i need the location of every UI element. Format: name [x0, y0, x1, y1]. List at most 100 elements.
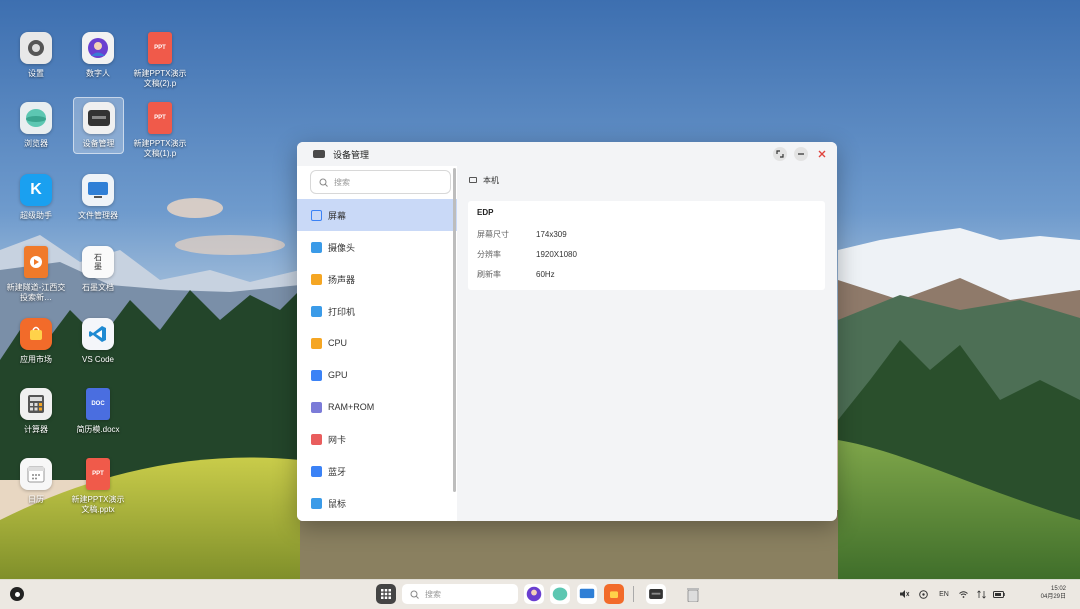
assistant-tray-button[interactable] [912, 589, 934, 599]
digital-human-icon [526, 586, 542, 602]
taskbar-app-device-manager[interactable] [646, 584, 666, 604]
desktop-icon-docx[interactable]: DOC 简历模.docx [68, 388, 128, 435]
start-menu-button[interactable] [10, 587, 24, 601]
calculator-icon [20, 388, 52, 420]
sidebar-item-label: 网卡 [328, 434, 347, 445]
sidebar-item-label: 屏幕 [328, 210, 347, 221]
browser-icon [552, 587, 568, 601]
battery-button[interactable] [990, 590, 1008, 598]
sidebar-item-camera[interactable]: 摄像头 [297, 231, 457, 263]
taskbar-trash[interactable] [684, 584, 702, 604]
volume-button[interactable] [898, 590, 912, 598]
device-manager-app-icon [313, 150, 325, 158]
desktop-icon-vscode[interactable]: VS Code [68, 318, 128, 365]
taskbar-app-digital-human[interactable] [524, 584, 544, 604]
sidebar-item-network-card[interactable]: 网卡 [297, 423, 457, 455]
desktop-icon-app-store[interactable]: 应用市场 [6, 318, 66, 365]
system-tray: EN [898, 579, 1008, 609]
desktop-icon-label: 新建隧道-江西交投索新… [6, 283, 66, 302]
input-method-button[interactable]: EN [934, 591, 954, 598]
sidebar-item-label: 蓝牙 [328, 466, 347, 477]
sidebar-item-bluetooth[interactable]: 蓝牙 [297, 455, 457, 487]
breadcrumb: 本机 [469, 174, 826, 186]
info-value: 174x309 [536, 229, 567, 239]
search-icon [410, 590, 419, 599]
info-key: 刷新率 [477, 269, 501, 279]
fullscreen-button[interactable] [773, 147, 787, 161]
search-placeholder: 搜索 [334, 177, 350, 187]
desktop-icon-browser[interactable]: 浏览器 [6, 102, 66, 149]
taskbar-app-browser[interactable] [550, 584, 570, 604]
video-file-icon [24, 246, 48, 278]
ppt-file-icon: PPT [148, 102, 172, 134]
sidebar-item-mouse[interactable]: 鼠标 [297, 487, 457, 519]
assistant-icon: K [20, 174, 52, 206]
desktop-icon-video[interactable]: 新建隧道-江西交投索新… [6, 246, 66, 303]
desktop-icon-file-manager[interactable]: 文件管理器 [68, 174, 128, 221]
desktop-icon-label: 数字人 [86, 69, 110, 78]
sidebar-scrollbar[interactable] [453, 168, 456, 492]
close-button[interactable] [815, 147, 829, 161]
desktop-icon-pptx[interactable]: PPT 新建PPTX演示文稿.pptx [68, 458, 128, 515]
desktop-icon-pptx-2[interactable]: PPT 新建PPTX演示文稿(2).p [130, 32, 190, 89]
app-store-icon [20, 318, 52, 350]
network-card-icon [311, 433, 322, 445]
window-titlebar[interactable]: 设备管理 [297, 142, 837, 166]
network-speed-button[interactable] [972, 589, 990, 599]
desktop-icon-label: 简历模.docx [76, 425, 120, 434]
info-value: 1920X1080 [536, 249, 577, 259]
launcher-button[interactable] [376, 584, 396, 604]
taskbar-search-placeholder: 搜索 [425, 589, 441, 599]
minimize-button[interactable] [794, 147, 808, 161]
desktop-icon-label: 设置 [28, 69, 44, 78]
wifi-button[interactable] [954, 590, 972, 598]
sidebar-item-label: 摄像头 [328, 242, 356, 253]
calendar-icon [20, 458, 52, 490]
screen-icon [311, 209, 322, 221]
desktop-icon-pptx-1[interactable]: PPT 新建PPTX演示文稿(1).p [130, 102, 190, 159]
desktop-icon-settings[interactable]: 设置 [6, 32, 66, 79]
desktop-icon-calendar[interactable]: 日历 [6, 458, 66, 505]
taskbar-app-file-manager[interactable] [577, 584, 597, 604]
mouse-icon [311, 497, 322, 509]
desktop-icon-device-manager[interactable]: 设备管理 [73, 97, 124, 154]
desktop-icon-assistant[interactable]: K 超级助手 [6, 174, 66, 221]
shimo-docs-icon: 石墨 [82, 246, 114, 278]
window-title: 设备管理 [333, 149, 370, 160]
ppt-file-icon: PPT [86, 458, 110, 490]
clock-date: 04月29日 [1040, 594, 1066, 600]
taskbar-divider [633, 586, 634, 602]
info-key: 分辨率 [477, 249, 501, 259]
taskbar-search-input[interactable]: 搜索 [402, 584, 518, 604]
sidebar-item-label: CPU [328, 338, 348, 348]
sidebar-item-gpu[interactable]: GPU [297, 359, 457, 391]
sidebar-item-cpu[interactable]: CPU [297, 327, 457, 359]
sidebar-item-printer[interactable]: 打印机 [297, 295, 457, 327]
info-row: 分辨率 1920X1080 [477, 244, 817, 264]
doc-file-icon: DOC [86, 388, 110, 420]
start-icon [14, 591, 20, 597]
desktop-icon-digital-human[interactable]: 数字人 [68, 32, 128, 79]
speaker-icon [311, 273, 322, 285]
desktop-icon-shimo[interactable]: 石墨 石墨文档 [68, 246, 128, 293]
printer-icon [311, 305, 322, 317]
sidebar-item-screen[interactable]: 屏幕 [297, 199, 457, 231]
ppt-file-icon: PPT [148, 32, 172, 64]
taskbar-clock[interactable]: 15:02 04月29日 [1041, 585, 1066, 601]
app-grid-icon [381, 589, 391, 599]
desktop-icon-label: 设备管理 [82, 139, 115, 148]
desktop-icon-label: 新建PPTX演示文稿(2).p [133, 69, 187, 88]
file-manager-icon [82, 174, 114, 206]
info-row: 刷新率 60Hz [477, 264, 817, 284]
sidebar-item-speaker[interactable]: 扬声器 [297, 263, 457, 295]
settings-icon [20, 32, 52, 64]
desktop-icon-label: 浏览器 [24, 139, 48, 148]
search-icon [319, 178, 328, 187]
taskbar-app-store[interactable] [604, 584, 624, 604]
sidebar-search-input[interactable]: 搜索 [310, 170, 451, 194]
sidebar-item-memory[interactable]: RAM+ROM [297, 391, 457, 423]
desktop-icon-calculator[interactable]: 计算器 [6, 388, 66, 435]
device-sidebar: 搜索 屏幕 摄像头 扬声器 打印机 CPU GPU RAM+ROM 网卡 蓝牙 … [297, 166, 457, 521]
desktop-icon-label: 超级助手 [20, 211, 52, 220]
desktop-icon-label: VS Code [81, 355, 115, 364]
